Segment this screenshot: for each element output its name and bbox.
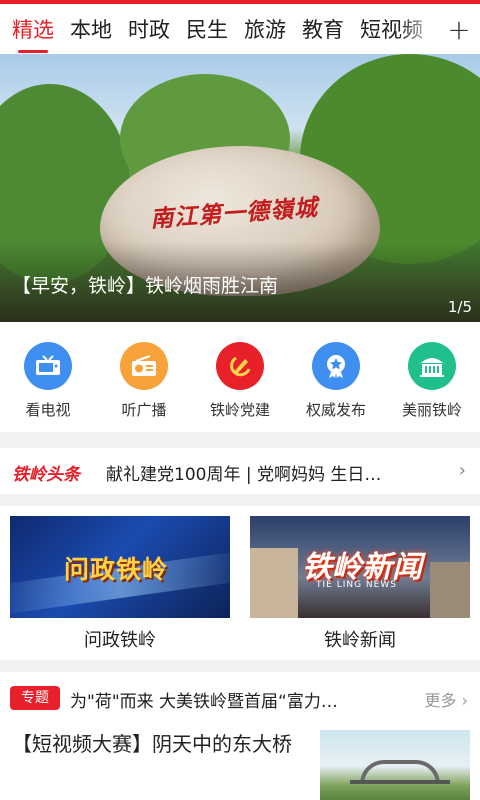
radio-icon [120,342,168,390]
quick-links: 看电视 听广播 铁岭党建 权威发布 美丽铁岭 [0,322,480,432]
card-news[interactable]: 铁岭新闻 TIE LING NEWS 铁岭新闻 [250,516,470,652]
quick-link-tv[interactable]: 看电视 [0,342,96,420]
quick-link-label: 铁岭党建 [209,401,270,419]
star-badge-icon [312,342,360,390]
banner-caption[interactable]: 【早安，铁岭】铁岭烟雨胜江南 [12,271,278,298]
bridge-deck [350,780,450,784]
tab-bendi[interactable]: 本地 [70,14,112,44]
card-label: 铁岭新闻 [324,630,396,651]
quick-link-radio[interactable]: 听广播 [96,342,192,420]
quick-link-label: 权威发布 [305,401,366,419]
building-shape [250,548,298,618]
article-title[interactable]: 【短视频大赛】阴天中的东大桥 [12,728,306,760]
building-icon [408,342,456,390]
card-label: 问政铁岭 [84,630,156,651]
quick-link-official[interactable]: 权威发布 [288,342,384,420]
tab-shizheng[interactable]: 时政 [128,14,170,44]
tabs-fade [400,4,440,54]
special-topic: 专题 为"荷"而来 大美铁岭暨首届“富力… 更多 › 【短视频大赛】阴天中的东大… [0,672,480,800]
article-thumbnail[interactable] [320,730,470,800]
topic-title[interactable]: 为"荷"而来 大美铁岭暨首届“富力… [70,687,338,712]
party-emblem-icon [216,342,264,390]
topic-badge: 专题 [10,686,60,710]
tab-jingxuan[interactable]: 精选 [12,14,54,53]
chevron-right-icon[interactable]: › [459,460,466,481]
headline-ticker[interactable]: 铁岭头条 献礼建党100周年 | 党啊妈妈 生日… › [0,448,480,494]
card-image: 铁岭新闻 TIE LING NEWS [250,516,470,618]
building-shape [430,562,470,618]
card-image-subtitle: TIE LING NEWS [316,580,397,590]
card-image-title: 问政铁岭 [64,555,169,584]
quick-link-label: 美丽铁岭 [401,401,462,419]
tv-icon [24,342,72,390]
banner-page-indicator: 1/5 [447,298,472,316]
channel-tabs: 精选 本地 时政 民生 旅游 教育 短视频 + [0,4,480,54]
add-channel-button[interactable]: + [438,4,480,54]
tab-lvyou[interactable]: 旅游 [244,14,286,44]
program-cards: 问政铁岭 问政铁岭 铁岭新闻 TIE LING NEWS 铁岭新闻 [0,506,480,660]
quick-link-label: 看电视 [25,401,71,419]
card-image: 问政铁岭 [10,516,230,618]
headline-brand: 铁岭头条 [12,465,80,485]
quick-link-beautiful[interactable]: 美丽铁岭 [384,342,480,420]
tab-jiaoyu[interactable]: 教育 [302,14,344,44]
banner-carousel[interactable]: 南江第一德嶺城 【早安，铁岭】铁岭烟雨胜江南 1/5 [0,54,480,322]
quick-link-party[interactable]: 铁岭党建 [192,342,288,420]
more-link[interactable]: 更多 › [425,687,469,711]
headline-text[interactable]: 献礼建党100周年 | 党啊妈妈 生日… [106,460,381,485]
tab-minsheng[interactable]: 民生 [186,14,228,44]
quick-link-label: 听广播 [121,401,167,419]
card-wenzheng[interactable]: 问政铁岭 问政铁岭 [10,516,230,652]
